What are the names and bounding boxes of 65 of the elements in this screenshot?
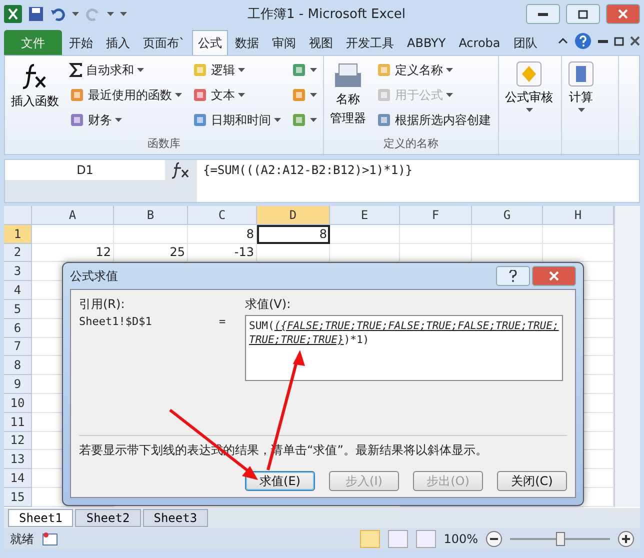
insert-function-button[interactable]: 插入函数 bbox=[9, 59, 61, 136]
ribbon-dropdown-button[interactable]: 自动求和 bbox=[67, 59, 184, 81]
group-label: 函数库 bbox=[146, 136, 182, 152]
sheet-tab[interactable]: Sheet3 bbox=[142, 509, 208, 527]
ribbon-dropdown-button[interactable]: 逻辑 bbox=[190, 59, 283, 81]
sheet-tab[interactable]: Sheet2 bbox=[75, 509, 141, 527]
reference-value: Sheet1!$D$1 bbox=[79, 315, 153, 328]
ribbon-tab[interactable]: 团队 bbox=[507, 30, 544, 55]
row-header[interactable]: 2 bbox=[4, 244, 32, 262]
sheet-tab[interactable]: Sheet1 bbox=[8, 509, 74, 527]
group-label: 定义的名称 bbox=[382, 136, 440, 152]
ribbon-tab[interactable]: 开始 bbox=[63, 30, 99, 55]
column-header[interactable]: C bbox=[188, 206, 257, 225]
ribbon-tab[interactable]: 审阅 bbox=[266, 30, 302, 55]
row-header[interactable]: 13 bbox=[4, 450, 32, 470]
row-header[interactable]: 8 bbox=[4, 356, 32, 376]
status-text: 就绪 bbox=[10, 530, 34, 548]
dialog-button[interactable]: 求值(E) bbox=[245, 471, 315, 491]
ribbon-tab[interactable]: 页面布` bbox=[137, 30, 191, 55]
column-header[interactable]: D bbox=[257, 206, 330, 225]
ribbon-tab[interactable]: 插入 bbox=[100, 30, 136, 55]
row-header[interactable]: 7 bbox=[4, 338, 32, 356]
row-header[interactable]: 11 bbox=[4, 412, 32, 432]
zoom-level: 100% bbox=[444, 532, 478, 546]
ribbon-dropdown-button[interactable]: 财务 bbox=[67, 109, 184, 131]
row-header[interactable]: 4 bbox=[4, 281, 32, 300]
ribbon-tab[interactable]: ABBYY bbox=[401, 30, 452, 55]
row-header[interactable]: 6 bbox=[4, 318, 32, 338]
ribbon-dropdown-button[interactable]: 根据所选内容创建 bbox=[374, 109, 493, 131]
ribbon-dropdown-button[interactable]: 文本 bbox=[190, 84, 283, 106]
name-manager-button[interactable]: 名称 管理器 bbox=[328, 59, 368, 136]
ribbon-tab[interactable]: 公式 bbox=[192, 30, 228, 55]
ribbon-dropdown-button[interactable]: 日期和时间 bbox=[190, 109, 283, 131]
column-header[interactable]: G bbox=[472, 206, 543, 225]
dialog-button[interactable]: 关闭(C) bbox=[497, 471, 567, 491]
table-cell[interactable]: 8 bbox=[188, 224, 257, 244]
equals-sign: = bbox=[219, 315, 227, 328]
table-cell[interactable]: 8 bbox=[257, 224, 330, 244]
evaluation-label: 求值(V): bbox=[245, 296, 292, 313]
ribbon-dropdown-button[interactable]: 定义名称 bbox=[374, 59, 493, 81]
row-header[interactable]: 1 bbox=[4, 224, 32, 244]
row-header[interactable]: 12 bbox=[4, 432, 32, 450]
ribbon-tab[interactable]: 文件 bbox=[4, 30, 62, 55]
ribbon-tab[interactable]: 开发工具 bbox=[340, 30, 400, 55]
ribbon-tab[interactable]: 视图 bbox=[303, 30, 339, 55]
column-header[interactable]: B bbox=[114, 206, 188, 225]
column-header[interactable]: F bbox=[400, 206, 472, 225]
row-header[interactable]: 14 bbox=[4, 469, 32, 488]
ribbon-tab[interactable]: 数据 bbox=[229, 30, 265, 55]
column-header[interactable]: E bbox=[330, 206, 400, 225]
window-title: 工作簿1 - Microsoft Excel bbox=[246, 6, 406, 23]
reference-label: 引用(R): bbox=[79, 296, 126, 313]
row-header[interactable]: 5 bbox=[4, 300, 32, 319]
column-header[interactable]: H bbox=[543, 206, 614, 225]
evaluation-field: SUM(({FALSE;TRUE;TRUE;FALSE;TRUE;FALSE;TRUE;TRUE;TRUE;TRUE;TRUE})*1) bbox=[245, 315, 563, 381]
row-header[interactable]: 9 bbox=[4, 375, 32, 394]
column-header[interactable]: A bbox=[32, 206, 114, 225]
row-header[interactable]: 10 bbox=[4, 394, 32, 413]
ribbon-tab[interactable]: Acroba bbox=[452, 30, 506, 55]
row-header[interactable]: 15 bbox=[4, 488, 32, 507]
dialog-title: 公式求值 bbox=[70, 268, 119, 284]
ribbon-dropdown-button[interactable]: 最近使用的函数 bbox=[67, 84, 184, 106]
ribbon-big-button[interactable]: 计算 bbox=[566, 59, 596, 154]
ribbon-big-button[interactable]: 公式审核 bbox=[503, 59, 555, 154]
row-header[interactable]: 3 bbox=[4, 262, 32, 282]
